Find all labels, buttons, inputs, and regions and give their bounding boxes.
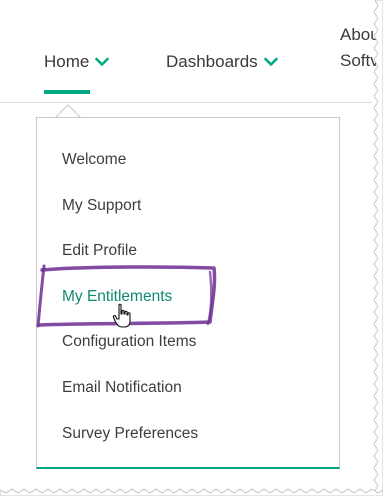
chevron-down-icon (263, 57, 278, 66)
nav-dashboards-label: Dashboards (166, 52, 258, 71)
menu-item-welcome[interactable]: Welcome (62, 151, 126, 169)
top-navigation: Home Dashboards Abou Softv (0, 0, 383, 103)
hand-pointer-icon (112, 303, 131, 328)
menu-item-survey-preferences[interactable]: Survey Preferences (62, 425, 198, 443)
nav-item-dashboards[interactable]: Dashboards (166, 52, 278, 72)
torn-edge-bottom (0, 488, 383, 496)
menu-item-my-support[interactable]: My Support (62, 197, 141, 215)
menu-item-configuration-items[interactable]: Configuration Items (62, 333, 196, 351)
nav-item-home[interactable]: Home (44, 52, 110, 72)
menu-item-edit-profile[interactable]: Edit Profile (62, 242, 137, 260)
torn-edge-right (373, 0, 383, 496)
chevron-down-icon (95, 57, 110, 66)
menu-item-email-notification[interactable]: Email Notification (62, 379, 182, 397)
nav-divider (0, 102, 372, 103)
nav-home-label: Home (44, 52, 90, 71)
active-tab-indicator (44, 90, 90, 94)
